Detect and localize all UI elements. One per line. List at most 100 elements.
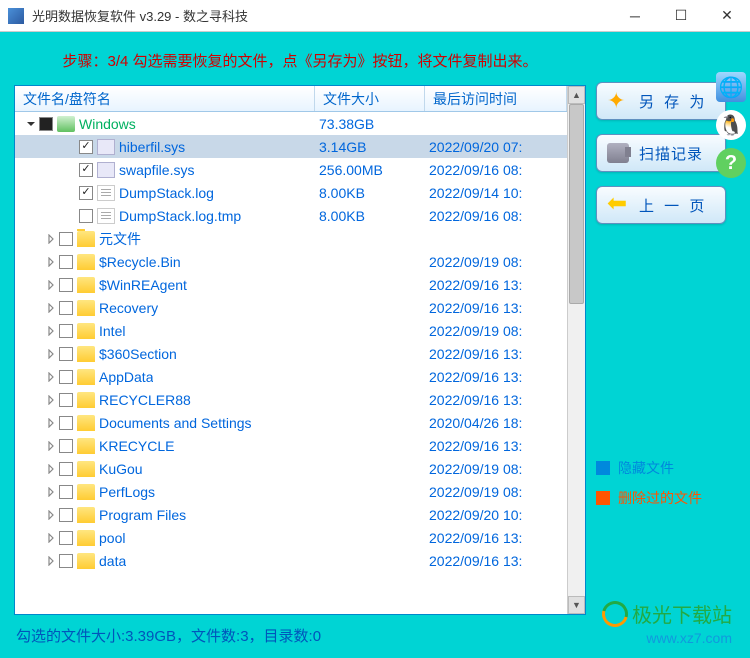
folder-icon	[77, 231, 95, 247]
checkbox[interactable]	[79, 140, 93, 154]
expander-right-icon[interactable]	[45, 256, 57, 268]
checkbox[interactable]	[39, 117, 53, 131]
scroll-up-button[interactable]: ▲	[568, 86, 585, 104]
expander-right-icon[interactable]	[45, 302, 57, 314]
checkbox[interactable]	[59, 301, 73, 315]
left-panel: 步骤：3/4 勾选需要恢复的文件，点《另存为》按钮，将文件复制出来。 文件名/盘…	[0, 32, 590, 658]
expander-right-icon[interactable]	[45, 417, 57, 429]
file-date: 2022/09/16 13:	[425, 346, 567, 362]
checkbox[interactable]	[59, 255, 73, 269]
table-row[interactable]: data2022/09/16 13:	[15, 549, 567, 572]
expander-down-icon[interactable]	[25, 118, 37, 130]
expander-right-icon[interactable]	[45, 486, 57, 498]
expander-placeholder	[65, 141, 77, 153]
checkbox[interactable]	[59, 439, 73, 453]
main-area: 步骤：3/4 勾选需要恢复的文件，点《另存为》按钮，将文件复制出来。 文件名/盘…	[0, 32, 750, 658]
save-as-button[interactable]: ✦ 另 存 为	[596, 82, 726, 120]
checkbox[interactable]	[59, 393, 73, 407]
scroll-thumb[interactable]	[569, 104, 584, 304]
expander-right-icon[interactable]	[45, 371, 57, 383]
checkbox[interactable]	[59, 485, 73, 499]
help-icon[interactable]: ?	[716, 148, 746, 178]
file-name: KuGou	[99, 461, 143, 477]
file-name: AppData	[99, 369, 153, 385]
watermark-url: www.xz7.com	[602, 630, 732, 646]
close-button[interactable]: ✕	[704, 0, 750, 32]
watermark-logo-icon	[597, 596, 633, 632]
file-date: 2022/09/16 13:	[425, 369, 567, 385]
step-instruction: 步骤：3/4 勾选需要恢复的文件，点《另存为》按钮，将文件复制出来。	[14, 42, 586, 85]
checkbox[interactable]	[59, 462, 73, 476]
folder-icon	[77, 553, 95, 569]
expander-placeholder	[65, 164, 77, 176]
expander-right-icon[interactable]	[45, 532, 57, 544]
table-row[interactable]: KuGou2022/09/19 08:	[15, 457, 567, 480]
expander-right-icon[interactable]	[45, 348, 57, 360]
table-row[interactable]: Program Files2022/09/20 10:	[15, 503, 567, 526]
table-row[interactable]: Documents and Settings2020/04/26 18:	[15, 411, 567, 434]
column-header-size[interactable]: 文件大小	[315, 86, 425, 111]
file-date: 2022/09/16 08:	[425, 162, 567, 178]
checkbox[interactable]	[59, 347, 73, 361]
expander-right-icon[interactable]	[45, 555, 57, 567]
expander-right-icon[interactable]	[45, 509, 57, 521]
table-row[interactable]: AppData 2022/09/16 13:	[15, 365, 567, 388]
file-date: 2022/09/16 13:	[425, 438, 567, 454]
save-as-label: 另 存 为	[639, 91, 707, 112]
table-row[interactable]: pool2022/09/16 13:	[15, 526, 567, 549]
checkbox[interactable]	[59, 232, 73, 246]
table-row[interactable]: Windows73.38GB	[15, 112, 567, 135]
expander-placeholder	[65, 210, 77, 222]
table-row[interactable]: DumpStack.log8.00KB2022/09/14 10:	[15, 181, 567, 204]
table-row[interactable]: $360Section 2022/09/16 13:	[15, 342, 567, 365]
table-row[interactable]: hiberfil.sys3.14GB2022/09/20 07:	[15, 135, 567, 158]
table-row[interactable]: $WinREAgent2022/09/16 13:	[15, 273, 567, 296]
minimize-button[interactable]: ─	[612, 0, 658, 32]
vertical-scrollbar[interactable]: ▲ ▼	[567, 86, 585, 614]
maximize-button[interactable]: ☐	[658, 0, 704, 32]
table-row[interactable]: RECYCLER882022/09/16 13:	[15, 388, 567, 411]
checkbox[interactable]	[79, 163, 93, 177]
legend-hidden: 隐藏文件	[596, 458, 726, 478]
checkbox[interactable]	[59, 370, 73, 384]
table-row[interactable]: Recovery2022/09/16 13:	[15, 296, 567, 319]
checkbox[interactable]	[59, 554, 73, 568]
file-size: 73.38GB	[315, 116, 425, 132]
table-row[interactable]: DumpStack.log.tmp8.00KB2022/09/16 08:	[15, 204, 567, 227]
file-date: 2022/09/16 13:	[425, 553, 567, 569]
file-name: KRECYCLE	[99, 438, 174, 454]
table-row[interactable]: Intel2022/09/19 08:	[15, 319, 567, 342]
checkbox[interactable]	[79, 186, 93, 200]
expander-right-icon[interactable]	[45, 440, 57, 452]
expander-right-icon[interactable]	[45, 233, 57, 245]
expander-right-icon[interactable]	[45, 279, 57, 291]
prev-page-button[interactable]: ⬅ 上 一 页	[596, 186, 726, 224]
checkbox[interactable]	[79, 209, 93, 223]
checkbox[interactable]	[59, 324, 73, 338]
expander-right-icon[interactable]	[45, 394, 57, 406]
expander-right-icon[interactable]	[45, 463, 57, 475]
qq-icon[interactable]: 🐧	[716, 110, 746, 140]
table-row[interactable]: KRECYCLE 2022/09/16 13:	[15, 434, 567, 457]
file-date: 2022/09/20 10:	[425, 507, 567, 523]
checkbox[interactable]	[59, 531, 73, 545]
checkbox[interactable]	[59, 416, 73, 430]
table-row[interactable]: swapfile.sys256.00MB2022/09/16 08:	[15, 158, 567, 181]
table-row[interactable]: $Recycle.Bin 2022/09/19 08:	[15, 250, 567, 273]
table-row[interactable]: 元文件	[15, 227, 567, 250]
file-name: Recovery	[99, 300, 158, 316]
file-log-icon	[97, 185, 115, 201]
file-name: $360Section	[99, 346, 177, 362]
folder-icon	[77, 461, 95, 477]
checkbox[interactable]	[59, 508, 73, 522]
checkbox[interactable]	[59, 278, 73, 292]
column-header-name[interactable]: 文件名/盘符名	[15, 86, 315, 111]
column-header-date[interactable]: 最后访问时间	[425, 86, 567, 111]
table-row[interactable]: PerfLogs2022/09/19 08:	[15, 480, 567, 503]
scroll-down-button[interactable]: ▼	[568, 596, 585, 614]
expander-right-icon[interactable]	[45, 325, 57, 337]
file-date: 2022/09/19 08:	[425, 254, 567, 270]
globe-icon[interactable]: 🌐	[716, 72, 746, 102]
scan-log-button[interactable]: 扫描记录	[596, 134, 726, 172]
file-name: $Recycle.Bin	[99, 254, 181, 270]
